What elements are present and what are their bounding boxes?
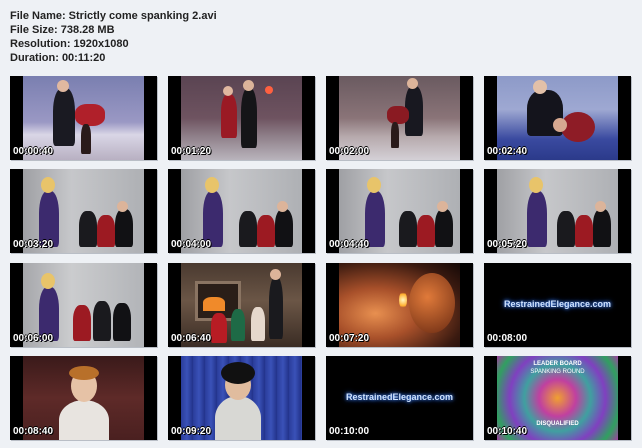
timestamp: 00:08:40	[13, 426, 54, 437]
timestamp: 00:10:00	[329, 426, 370, 437]
timestamp: 00:04:00	[171, 239, 212, 250]
thumbnail-4[interactable]: 00:02:40	[484, 76, 631, 160]
thumbnail-3[interactable]: 00:02:00	[326, 76, 473, 160]
thumbnail-6[interactable]: 00:04:00	[168, 169, 315, 253]
timestamp: 00:08:00	[487, 333, 528, 344]
thumbnail-15[interactable]: RestrainedElegance.com 00:10:00	[326, 356, 473, 440]
thumbnail-9[interactable]: 00:06:00	[10, 263, 157, 347]
timestamp: 00:06:00	[13, 333, 54, 344]
thumbnail-11[interactable]: 00:07:20	[326, 263, 473, 347]
thumbnail-12[interactable]: RestrainedElegance.com 00:08:00	[484, 263, 631, 347]
timestamp: 00:07:20	[329, 333, 370, 344]
timestamp: 00:04:40	[329, 239, 370, 250]
timestamp: 00:01:20	[171, 146, 212, 157]
thumbnail-7[interactable]: 00:04:40	[326, 169, 473, 253]
file-name: File Name: Strictly come spanking 2.avi	[10, 10, 217, 22]
thumbnail-10[interactable]: 00:06:40	[168, 263, 315, 347]
file-size: File Size: 738.28 MB	[10, 24, 115, 36]
site-logo-text: RestrainedElegance.com	[503, 299, 612, 309]
timestamp: 00:06:40	[171, 333, 212, 344]
thumbnail-8[interactable]: 00:05:20	[484, 169, 631, 253]
timestamp: 00:05:20	[487, 239, 528, 250]
timestamp: 00:02:40	[487, 146, 528, 157]
thumbnail-13[interactable]: 00:08:40	[10, 356, 157, 440]
thumbnail-1[interactable]: 00:00:40	[10, 76, 157, 160]
thumbnail-2[interactable]: 00:01:20	[168, 76, 315, 160]
timestamp: 00:10:40	[487, 426, 528, 437]
thumbnail-14[interactable]: 00:09:20	[168, 356, 315, 440]
board-subtitle: SPANKING ROUND	[530, 369, 585, 375]
thumbnail-16[interactable]: LEADER BOARD SPANKING ROUND DISQUALIFIED…	[484, 356, 631, 440]
file-info-header: File Name: Strictly come spanking 2.avi …	[10, 9, 217, 65]
timestamp: 00:00:40	[13, 146, 54, 157]
timestamp: 00:09:20	[171, 426, 212, 437]
thumbnail-5[interactable]: 00:03:20	[10, 169, 157, 253]
timestamp: 00:03:20	[13, 239, 54, 250]
thumbnail-grid: 00:00:40 00:01:20 00:02:00 00:02:40 00:0…	[10, 76, 632, 440]
resolution: Resolution: 1920x1080	[10, 38, 129, 50]
duration: Duration: 00:11:20	[10, 52, 106, 64]
site-logo-text: RestrainedElegance.com	[345, 392, 454, 402]
timestamp: 00:02:00	[329, 146, 370, 157]
